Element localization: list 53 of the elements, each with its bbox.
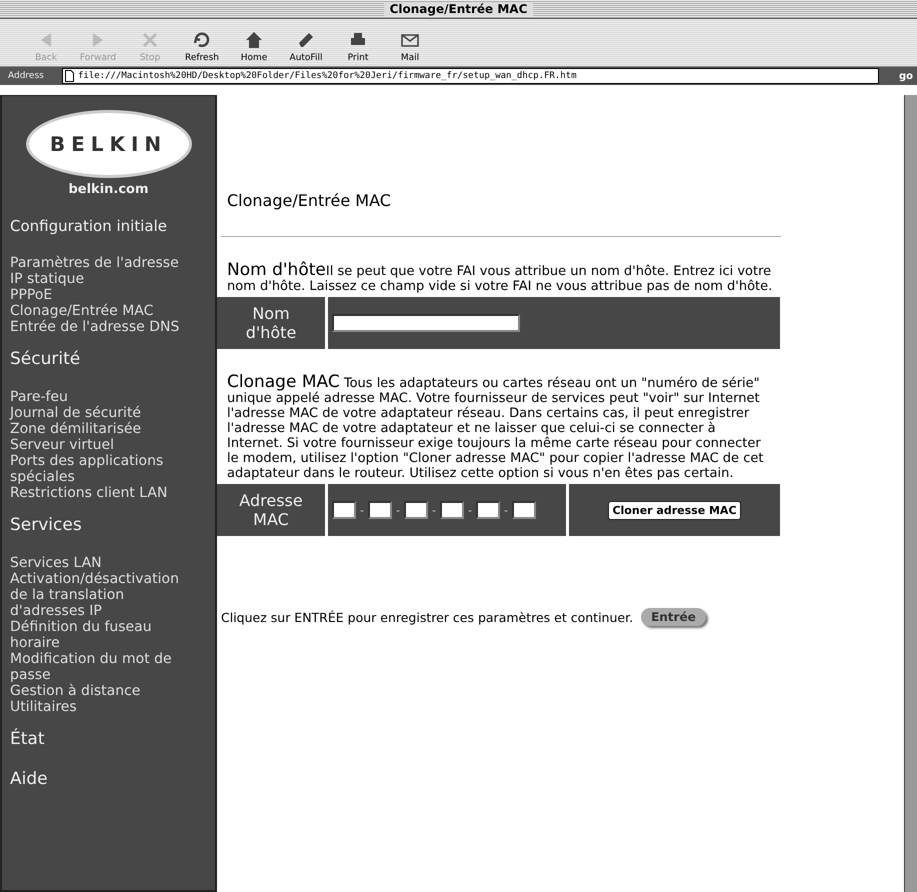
sidebar-heading[interactable]: Configuration initiale	[10, 217, 215, 235]
sidebar-link[interactable]: Modification du mot de passe	[10, 651, 193, 683]
sidebar-link[interactable]: Paramètres de l'adresse IP statique	[10, 255, 193, 287]
sidebar-link[interactable]: Activation/désactivation de la translation d'adresses IP	[10, 571, 193, 619]
sidebar-link[interactable]: Utilitaires	[10, 699, 193, 715]
table-cell: Nom d'hôte	[217, 297, 325, 349]
mac-input[interactable]	[476, 501, 500, 519]
address-label: Address	[8, 71, 45, 81]
address-field[interactable]: file:///Macintosh%20HD/Desktop%20Folder/Files%20for%20Jeri/firmware_fr/setup_wan_dhcp.FR.htm	[62, 68, 879, 84]
sidebar-link[interactable]: Définition du fuseau horaire	[10, 619, 193, 651]
sidebar-link[interactable]: PPPoE	[10, 287, 193, 303]
enter-button[interactable]: Entrée	[641, 608, 706, 626]
table-cell: Adresse MAC	[217, 484, 325, 536]
sidebar-link[interactable]: Clonage/Entrée MAC	[10, 303, 193, 319]
sidebar-link[interactable]: Ports des applications spéciales	[10, 453, 193, 485]
sidebar-link[interactable]: Journal de sécurité	[10, 405, 193, 421]
sidebar-link[interactable]: Zone démilitarisée	[10, 421, 193, 437]
sidebar-heading[interactable]: Services	[10, 515, 215, 535]
sidebar-link[interactable]: Services LAN	[10, 555, 193, 571]
dash: -	[504, 504, 508, 516]
sidebar-heading[interactable]: État	[10, 729, 215, 749]
document-icon	[65, 70, 74, 82]
mac-input[interactable]	[368, 501, 392, 519]
clone-mac-button[interactable]: Cloner adresse MAC	[608, 500, 741, 520]
sidebar-heading[interactable]: Sécurité	[10, 349, 215, 369]
mac-input[interactable]	[512, 501, 536, 519]
footer-text: Cliquez sur ENTRÉE pour enregistrer ces paramètres et continuer.	[221, 610, 634, 624]
toolbar-button[interactable]: Mail	[384, 29, 436, 63]
dash: -	[396, 504, 400, 516]
window-title: Clonage/Entrée MAC	[384, 2, 534, 16]
mac-description: Clonage MAC Tous les adaptateurs ou cartes réseau ont un "numéro de série" unique appelé adresse MAC. Votre fournisseur de services peut "voir" sur Internet l'adresse MAC de votre adaptateur réseau. Dans certains cas, il peut enregistrer l'adresse MAC de votre adaptateur et ne laisser que celui-ci se connecter à Internet. Si votre fournisseur exige toujours la même carte réseau pour connecter le modem, utilisez l'option "Cloner adresse MAC" pour copier l'adresse MAC de cet adaptateur dans le routeur. Utilisez cette option si vous n'en êtes pas certain.	[227, 375, 764, 481]
dash: -	[360, 504, 364, 516]
toolbar-button[interactable]: AutoFill	[280, 29, 332, 63]
dash: -	[468, 504, 472, 516]
logo: BELKIN	[26, 110, 192, 178]
mac-input[interactable]	[332, 501, 356, 519]
sidebar-heading[interactable]: Aide	[10, 769, 215, 789]
sidebar-link[interactable]: Pare-feu	[10, 389, 193, 405]
toolbar-button[interactable]: Print	[332, 29, 384, 63]
mac-input[interactable]	[440, 501, 464, 519]
dash: -	[432, 504, 436, 516]
hostname-description: Nom d'hôteIl se peut que votre FAI vous attribue un nom d'hôte. Entrez ici votre nom d'hôte. Laissez ce champ vide si votre FAI ne vous attribue pas de nom d'hôte.	[227, 263, 774, 294]
sidebar-link[interactable]: Restrictions client LAN	[10, 485, 193, 501]
scrollbar[interactable]	[904, 95, 917, 892]
mac-input[interactable]	[404, 501, 428, 519]
sidebar-link[interactable]: Serveur virtuel	[10, 437, 193, 453]
site-name: belkin.com	[68, 182, 149, 197]
toolbar-button[interactable]: Refresh	[176, 29, 228, 63]
toolbar-button[interactable]: Home	[228, 29, 280, 63]
page-title: Clonage/Entrée MAC	[227, 191, 392, 210]
sidebar-link[interactable]: Gestion à distance	[10, 683, 193, 699]
sidebar-link[interactable]: Entrée de l'adresse DNS	[10, 319, 193, 335]
hostname-input[interactable]	[332, 314, 520, 332]
